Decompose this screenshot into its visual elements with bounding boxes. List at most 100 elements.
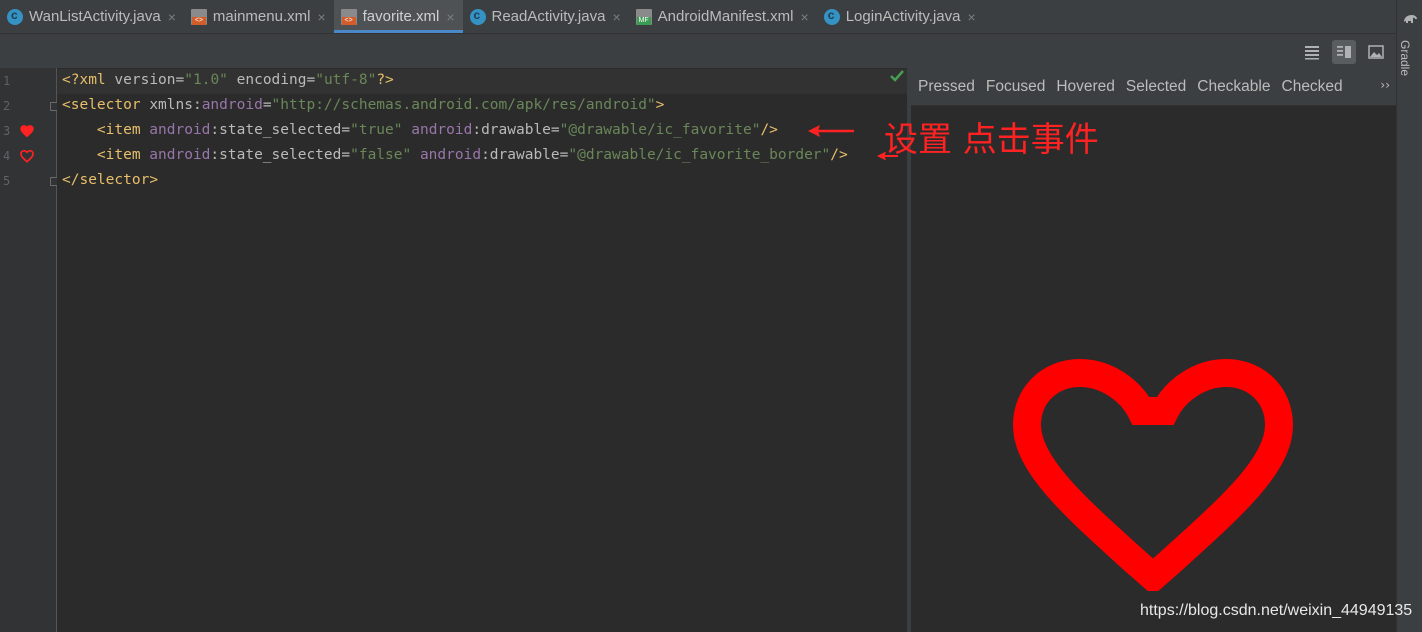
annotation-arrow-icon <box>808 125 854 137</box>
design-view-button[interactable] <box>1364 40 1388 64</box>
code-token: <? <box>62 72 80 88</box>
split-view-button[interactable] <box>1332 40 1356 64</box>
java-class-icon <box>7 8 23 25</box>
code-token: "true" <box>350 122 403 138</box>
code-line-1[interactable]: <?xml version="1.0" encoding="utf-8"?> <box>62 72 394 88</box>
tab-mainmenu[interactable]: mainmenu.xml × <box>184 0 334 33</box>
code-token: xmlns: <box>149 97 202 113</box>
code-view-button[interactable] <box>1300 40 1324 64</box>
code-token: "1.0" <box>184 72 228 88</box>
close-icon[interactable]: × <box>801 9 809 25</box>
code-token: = <box>262 97 272 113</box>
annotation-label: 设置 点击事件 <box>884 120 1099 160</box>
code-line-3[interactable]: <item android:state_selected="true" andr… <box>62 122 778 138</box>
code-token: < <box>96 122 106 138</box>
state-checked-toggle[interactable]: Checked <box>1282 78 1343 96</box>
line-number: 4 <box>3 149 11 163</box>
tab-label: WanListActivity.java <box>29 8 161 25</box>
code-token: selector <box>70 97 141 113</box>
code-token: ?> <box>376 72 394 88</box>
java-class-icon <box>823 8 840 25</box>
code-token: item <box>105 122 141 138</box>
code-token: :drawable <box>481 147 560 163</box>
code-token: version <box>105 72 176 88</box>
code-token: encoding <box>227 72 307 88</box>
editor-tab-bar: WanListActivity.java × mainmenu.xml × fa… <box>0 0 1396 34</box>
state-selected-toggle[interactable]: Selected <box>1126 78 1186 96</box>
code-token: android <box>140 122 211 138</box>
code-token: xml <box>79 72 106 88</box>
code-token: :state_selected <box>210 122 342 138</box>
tab-favorite[interactable]: favorite.xml × <box>333 0 463 33</box>
code-token: = <box>175 72 185 88</box>
code-token: "utf-8" <box>315 72 377 88</box>
line-number: 3 <box>3 124 11 138</box>
tab-label: ReadActivity.java <box>491 8 606 25</box>
heart-outline-icon[interactable] <box>19 149 35 163</box>
tab-readactivity[interactable]: ReadActivity.java × <box>463 0 629 33</box>
code-token: < <box>62 97 71 113</box>
code-line-4[interactable]: <item android:state_selected="false" and… <box>62 147 848 163</box>
line-number-gutter: 1 2 3 4 5 <box>0 68 58 632</box>
watermark: https://blog.csdn.net/weixin_44949135 <box>1140 602 1413 619</box>
line-number: 2 <box>3 99 11 113</box>
tab-label: favorite.xml <box>362 8 440 25</box>
xml-file-icon <box>340 8 357 25</box>
java-class-icon <box>469 8 486 25</box>
code-token: > <box>655 97 665 113</box>
close-icon[interactable]: × <box>446 9 454 25</box>
code-token: :drawable <box>472 122 551 138</box>
state-toggle-bar: Pressed Focused Hovered Selected Checkab… <box>911 68 1396 106</box>
code-token: android <box>402 122 473 138</box>
code-line-2[interactable]: <selector xmlns:android="http://schemas.… <box>62 97 664 113</box>
gradle-elephant-icon <box>1404 15 1417 23</box>
code-token: "false" <box>350 147 412 163</box>
code-token: </ <box>62 172 80 188</box>
code-token: android <box>140 147 211 163</box>
code-token: /> <box>760 122 778 138</box>
heart-border-preview-icon <box>1012 358 1294 591</box>
code-token: = <box>306 72 316 88</box>
tab-loginactivity[interactable]: LoginActivity.java × <box>817 0 984 33</box>
code-token: = <box>341 122 351 138</box>
xml-file-icon <box>190 8 207 25</box>
gradle-tool-button[interactable]: Gradle <box>1398 40 1412 76</box>
code-token: < <box>96 147 106 163</box>
code-token: /> <box>830 147 848 163</box>
code-line-5[interactable]: </selector> <box>62 172 158 188</box>
tab-wanlistactivity[interactable]: WanListActivity.java × <box>0 0 184 33</box>
line-number: 1 <box>3 74 11 88</box>
state-focused-toggle[interactable]: Focused <box>986 78 1045 96</box>
design-view-icon <box>1368 45 1384 59</box>
code-token: "http://schemas.android.com/apk/res/andr… <box>271 97 656 113</box>
split-view-icon <box>1337 46 1351 58</box>
code-view-icon <box>1305 46 1319 60</box>
view-mode-toolbar <box>0 34 1396 68</box>
close-icon[interactable]: × <box>317 9 325 25</box>
code-token: android <box>201 97 263 113</box>
close-icon[interactable]: × <box>967 9 975 25</box>
tab-androidmanifest[interactable]: AndroidManifest.xml × <box>629 0 817 33</box>
line-number: 5 <box>3 174 11 188</box>
code-token: > <box>149 172 159 188</box>
close-icon[interactable]: × <box>168 9 176 25</box>
tab-label: AndroidManifest.xml <box>657 8 794 25</box>
code-token: "@drawable/ic_favorite_border" <box>568 147 831 163</box>
state-hovered-toggle[interactable]: Hovered <box>1056 78 1115 96</box>
code-token: :state_selected <box>210 147 342 163</box>
close-icon[interactable]: × <box>612 9 620 25</box>
heart-filled-icon[interactable] <box>19 124 35 138</box>
tab-label: mainmenu.xml <box>212 8 311 25</box>
code-editor[interactable]: <?xml version="1.0" encoding="utf-8"?> <… <box>57 68 907 632</box>
tab-label: LoginActivity.java <box>845 8 961 25</box>
inspection-ok-check-icon[interactable] <box>890 70 904 82</box>
manifest-file-icon <box>635 8 652 25</box>
state-pressed-toggle[interactable]: Pressed <box>918 78 975 96</box>
code-token: selector <box>79 172 150 188</box>
right-tool-strip: Gradle <box>1396 0 1422 632</box>
state-checkable-toggle[interactable]: Checkable <box>1197 78 1270 96</box>
more-states-button[interactable]: ›› <box>1380 78 1390 92</box>
